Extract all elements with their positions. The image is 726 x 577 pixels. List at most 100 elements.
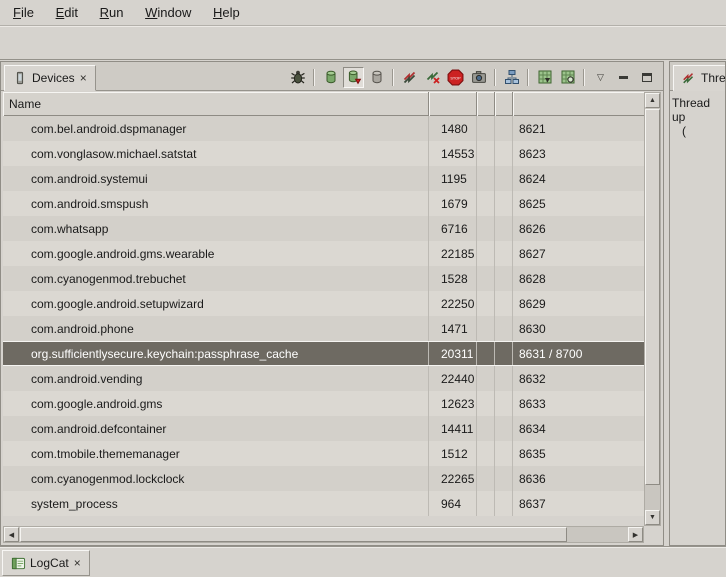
vertical-scroll-thumb[interactable] (645, 109, 660, 485)
table-row[interactable]: com.android.phone 1471 8630 (3, 316, 644, 341)
cell-empty-1 (477, 291, 495, 316)
cell-empty-1 (477, 466, 495, 491)
menu-edit[interactable]: Edit (47, 2, 87, 23)
cell-pid: 22185 (429, 241, 477, 266)
menu-file[interactable]: File (4, 2, 43, 23)
cell-empty-2 (495, 291, 513, 316)
tab-logcat[interactable]: LogCat × (2, 550, 90, 576)
cell-port: 8628 (513, 266, 644, 291)
column-header-empty-2[interactable] (495, 92, 513, 116)
cell-empty-2 (495, 141, 513, 166)
opengl-trace-icon[interactable] (557, 67, 578, 88)
horizontal-scroll-thumb[interactable] (20, 527, 567, 542)
cell-port: 8626 (513, 216, 644, 241)
cell-port: 8634 (513, 416, 644, 441)
dump-hprof-icon[interactable] (343, 67, 364, 88)
cell-name: com.cyanogenmod.trebuchet (3, 266, 429, 291)
table-row[interactable]: com.bel.android.dspmanager 1480 8621 (3, 116, 644, 141)
cell-empty-2 (495, 391, 513, 416)
table-row[interactable]: com.google.android.gms.wearable 22185 86… (3, 241, 644, 266)
table-row[interactable]: com.tmobile.thememanager 1512 8635 (3, 441, 644, 466)
table-row[interactable]: com.cyanogenmod.trebuchet 1528 8628 (3, 266, 644, 291)
cell-name: com.android.defcontainer (3, 416, 429, 441)
cell-port: 8635 (513, 441, 644, 466)
cell-name: org.sufficientlysecure.keychain:passphra… (3, 342, 429, 365)
table-row[interactable]: com.google.android.gms 12623 8633 (3, 391, 644, 416)
stop-icon-label: STOP (450, 76, 461, 80)
tab-devices-label: Devices (32, 71, 75, 85)
cell-empty-2 (495, 266, 513, 291)
screen-capture-icon[interactable] (468, 67, 489, 88)
view-hierarchy-icon[interactable] (501, 67, 522, 88)
table-row[interactable]: org.sufficientlysecure.keychain:passphra… (3, 341, 644, 366)
scroll-up-icon[interactable]: ▲ (645, 93, 660, 108)
column-header-empty-1[interactable] (477, 92, 495, 116)
cell-empty-2 (495, 491, 513, 516)
column-header-port[interactable] (513, 92, 644, 116)
menu-run[interactable]: Run (91, 2, 133, 23)
cell-port: 8621 (513, 116, 644, 141)
cell-empty-2 (495, 191, 513, 216)
cell-pid: 1512 (429, 441, 477, 466)
close-icon[interactable]: × (79, 72, 88, 84)
tab-devices[interactable]: Devices × (4, 65, 96, 91)
table-row[interactable]: com.whatsapp 6716 8626 (3, 216, 644, 241)
view-menu-icon[interactable]: ▽ (590, 67, 611, 88)
toolbar-separator (583, 69, 585, 86)
toolbar-separator (527, 69, 529, 86)
cause-gc-icon[interactable] (366, 67, 387, 88)
update-threads-icon[interactable] (399, 67, 420, 88)
cell-pid: 12623 (429, 391, 477, 416)
cell-empty-1 (477, 391, 495, 416)
cell-port: 8623 (513, 141, 644, 166)
scroll-right-icon[interactable]: ▶ (628, 527, 643, 542)
table-header: Name (3, 92, 644, 116)
threads-message-line2: ( (672, 124, 723, 138)
cell-empty-1 (477, 441, 495, 466)
table-row[interactable]: com.google.android.setupwizard 22250 862… (3, 291, 644, 316)
table-row[interactable]: system_process 964 8637 (3, 491, 644, 516)
table-row[interactable]: com.android.vending 22440 8632 (3, 366, 644, 391)
vertical-scrollbar[interactable]: ▲ ▼ (644, 92, 661, 526)
column-header-name[interactable]: Name (3, 92, 429, 116)
debug-process-icon[interactable] (287, 67, 308, 88)
cell-pid: 1679 (429, 191, 477, 216)
threads-icon (681, 70, 697, 86)
close-icon[interactable]: × (73, 557, 82, 569)
scroll-down-icon[interactable]: ▼ (645, 510, 660, 525)
scroll-left-icon[interactable]: ◀ (4, 527, 19, 542)
cell-port: 8632 (513, 366, 644, 391)
logcat-panel: LogCat × (0, 546, 726, 577)
devices-panel: Devices × (0, 61, 664, 546)
menu-help[interactable]: Help (204, 2, 249, 23)
cell-empty-2 (495, 366, 513, 391)
tab-threads-label: Threads (701, 71, 726, 85)
cell-port: 8625 (513, 191, 644, 216)
toolbar-separator (392, 69, 394, 86)
method-profiling-icon[interactable] (422, 67, 443, 88)
cell-empty-1 (477, 366, 495, 391)
menu-window[interactable]: Window (136, 2, 200, 23)
stop-process-icon[interactable]: STOP (445, 67, 466, 88)
table-row[interactable]: com.vonglasow.michael.satstat 14553 8623 (3, 141, 644, 166)
update-heap-icon[interactable] (320, 67, 341, 88)
systrace-icon[interactable] (534, 67, 555, 88)
cell-pid: 20311 (429, 342, 477, 365)
table-row[interactable]: com.cyanogenmod.lockclock 22265 8636 (3, 466, 644, 491)
cell-pid: 1480 (429, 116, 477, 141)
cell-empty-2 (495, 241, 513, 266)
maximize-icon[interactable] (636, 67, 657, 88)
tab-threads[interactable]: Threads × (673, 65, 726, 91)
minimize-icon[interactable] (613, 67, 634, 88)
cell-pid: 22265 (429, 466, 477, 491)
table-row[interactable]: com.android.defcontainer 14411 8634 (3, 416, 644, 441)
table-row[interactable]: com.android.smspush 1679 8625 (3, 191, 644, 216)
process-table: Name com.bel.android.dspmanager 1480 862… (3, 92, 661, 543)
main-area: Devices × (0, 61, 726, 546)
horizontal-scrollbar[interactable]: ◀ ▶ (3, 526, 644, 543)
cell-name: com.tmobile.thememanager (3, 441, 429, 466)
column-header-pid[interactable] (429, 92, 477, 116)
table-row[interactable]: com.android.systemui 1195 8624 (3, 166, 644, 191)
cell-port: 8631 / 8700 (513, 342, 644, 365)
threads-tabbar: Threads × (670, 62, 725, 91)
